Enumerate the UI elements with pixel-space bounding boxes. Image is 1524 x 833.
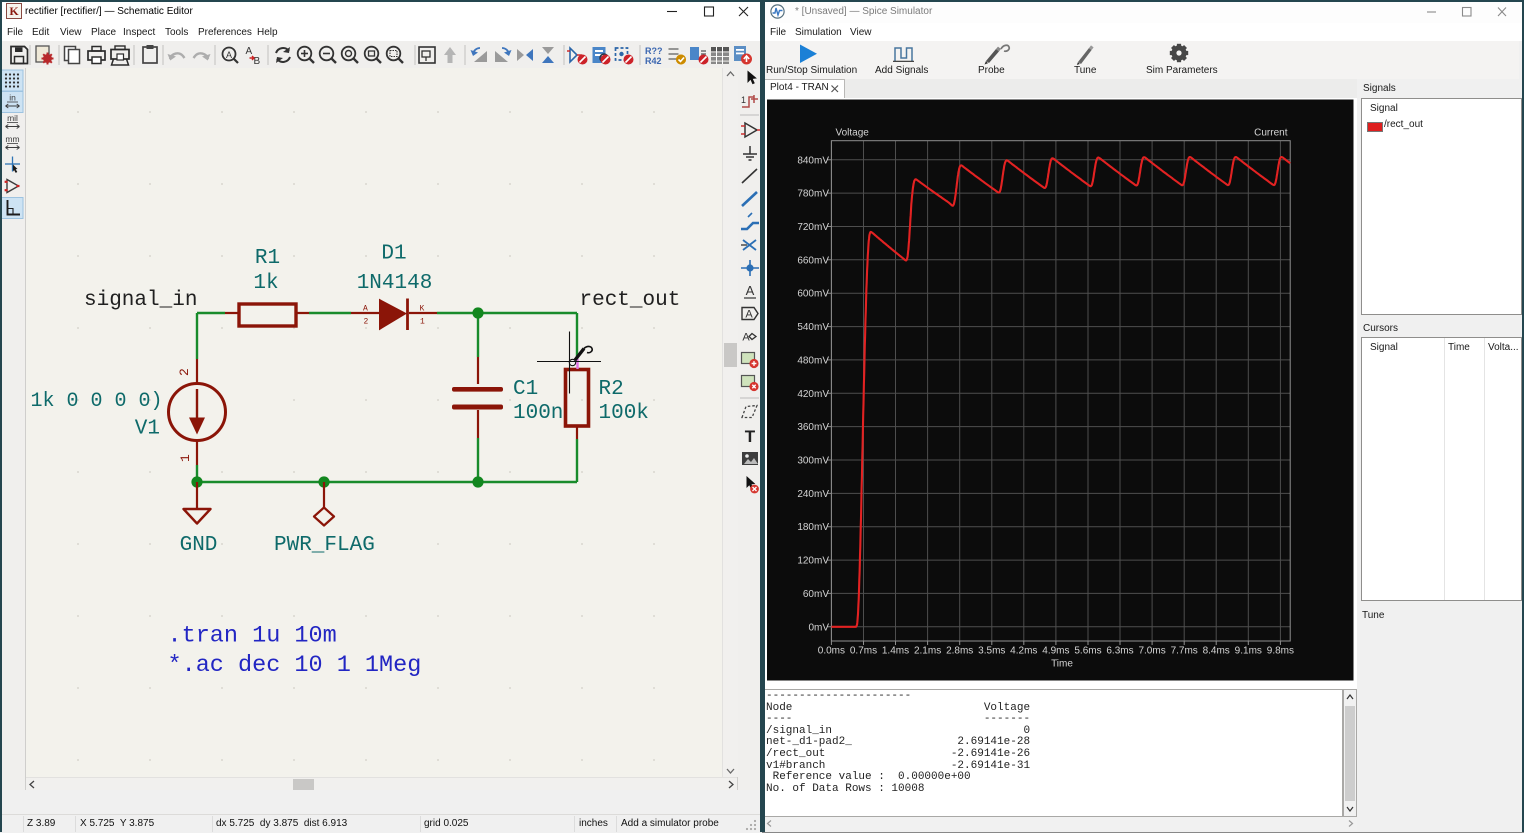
svg-text:4.2ms: 4.2ms xyxy=(1010,646,1037,657)
svg-text:2: 2 xyxy=(177,368,192,376)
svg-text:360mV: 360mV xyxy=(797,422,829,433)
svg-text:100k: 100k xyxy=(599,402,649,425)
svg-text:D1: D1 xyxy=(381,243,406,266)
svg-text:2.1ms: 2.1ms xyxy=(914,646,941,657)
svg-text:100n: 100n xyxy=(513,402,563,425)
svg-text:R1: R1 xyxy=(255,247,280,270)
svg-text:GND: GND xyxy=(180,534,218,557)
svg-text:7.7ms: 7.7ms xyxy=(1171,646,1198,657)
svg-text:1N4148: 1N4148 xyxy=(357,272,433,295)
svg-text:mil: mil xyxy=(7,113,18,123)
svg-text:PWR_FLAG: PWR_FLAG xyxy=(274,534,375,557)
svg-text:60mV: 60mV xyxy=(803,589,829,600)
svg-text:rect_out: rect_out xyxy=(580,289,681,312)
svg-text:K: K xyxy=(420,305,425,314)
svg-text:2.8ms: 2.8ms xyxy=(946,646,973,657)
svg-text:1k: 1k xyxy=(253,272,278,295)
svg-text:780mV: 780mV xyxy=(797,189,829,200)
svg-text:T: T xyxy=(745,427,756,446)
svg-text:*.ac dec 10 1 1Meg: *.ac dec 10 1 1Meg xyxy=(168,652,422,679)
svg-text:7.0ms: 7.0ms xyxy=(1138,646,1165,657)
svg-text:R42: R42 xyxy=(645,56,662,66)
svg-text:2: 2 xyxy=(364,318,369,327)
svg-text:1k 0 0 0 0): 1k 0 0 0 0) xyxy=(31,390,163,413)
svg-text:9.8ms: 9.8ms xyxy=(1267,646,1294,657)
svg-text:720mV: 720mV xyxy=(797,222,829,233)
svg-text:K: K xyxy=(9,4,19,18)
svg-text:120mV: 120mV xyxy=(797,556,829,567)
svg-text:540mV: 540mV xyxy=(797,322,829,333)
svg-text:A: A xyxy=(745,309,753,321)
svg-text:420mV: 420mV xyxy=(797,389,829,400)
svg-text:mm: mm xyxy=(5,134,19,144)
svg-text:1: 1 xyxy=(178,454,193,462)
svg-text:in: in xyxy=(9,93,16,103)
svg-text:Current: Current xyxy=(1254,128,1288,139)
svg-text:0mV: 0mV xyxy=(808,622,829,633)
svg-text:R2: R2 xyxy=(599,378,624,401)
svg-text:Time: Time xyxy=(1051,659,1073,670)
svg-text:A: A xyxy=(226,50,232,60)
svg-text:R??: R?? xyxy=(645,46,663,56)
svg-text:1.4ms: 1.4ms xyxy=(882,646,909,657)
svg-text:600mV: 600mV xyxy=(797,289,829,300)
svg-text:840mV: 840mV xyxy=(797,155,829,166)
svg-text:A: A xyxy=(363,305,368,314)
svg-text:C1: C1 xyxy=(513,378,538,401)
svg-text:Voltage: Voltage xyxy=(836,128,870,139)
svg-text:0.0ms: 0.0ms xyxy=(818,646,845,657)
svg-text:240mV: 240mV xyxy=(797,489,829,500)
svg-text:1: 1 xyxy=(420,318,425,327)
svg-text:A: A xyxy=(246,46,253,57)
svg-text:3.5ms: 3.5ms xyxy=(978,646,1005,657)
svg-text:.tran 1u 10m: .tran 1u 10m xyxy=(168,623,337,650)
svg-text:6.3ms: 6.3ms xyxy=(1106,646,1133,657)
svg-text:660mV: 660mV xyxy=(797,255,829,266)
svg-text:480mV: 480mV xyxy=(797,355,829,366)
svg-text:5.6ms: 5.6ms xyxy=(1074,646,1101,657)
svg-text:300mV: 300mV xyxy=(797,456,829,467)
svg-text:9.1ms: 9.1ms xyxy=(1235,646,1262,657)
svg-text:signal_in: signal_in xyxy=(84,289,197,312)
svg-text:4.9ms: 4.9ms xyxy=(1042,646,1069,657)
svg-text:A: A xyxy=(746,283,755,298)
svg-text:V1: V1 xyxy=(135,418,160,441)
svg-text:8.4ms: 8.4ms xyxy=(1203,646,1230,657)
svg-text:1: 1 xyxy=(741,95,746,105)
svg-text:180mV: 180mV xyxy=(797,522,829,533)
svg-text:0.7ms: 0.7ms xyxy=(850,646,877,657)
